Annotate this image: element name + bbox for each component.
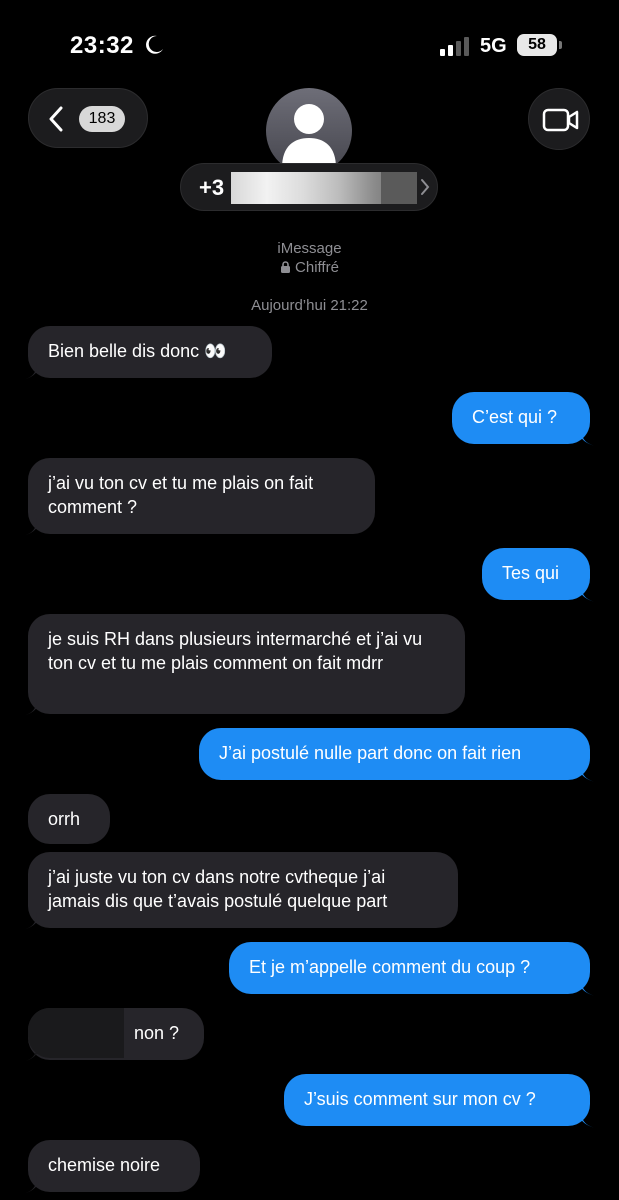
message-bubble-received[interactable]: je suis RH dans plusieurs intermarché et…	[22, 614, 465, 716]
contact-name-pill[interactable]: +3	[180, 163, 438, 211]
message-text: je suis RH dans plusieurs intermarché et…	[48, 629, 423, 673]
message-text: j’ai vu ton cv et tu me plais on fait co…	[48, 473, 314, 517]
encryption-label: Chiffré	[0, 259, 619, 276]
facetime-video-button[interactable]	[528, 88, 590, 150]
message-bubble-received[interactable]: chemise noire	[22, 1140, 200, 1194]
bubble-tail	[22, 698, 40, 716]
battery-level: 58	[528, 36, 546, 53]
contact-phone-prefix: +3	[199, 175, 225, 200]
message-text: J’suis comment sur mon cv ?	[304, 1089, 536, 1109]
bubble-tail	[22, 362, 40, 380]
person-icon	[282, 104, 336, 168]
chevron-left-icon	[49, 106, 63, 132]
message-text: non ?	[134, 1023, 180, 1043]
message-text: Bien belle dis donc 👀	[48, 341, 227, 361]
contact-avatar[interactable]	[266, 88, 352, 174]
message-bubble-sent[interactable]: C’est qui ?	[452, 392, 596, 446]
service-label: iMessage	[277, 240, 342, 257]
back-button[interactable]: 183	[28, 88, 148, 148]
signal-icon	[440, 37, 469, 56]
message-bubble-received[interactable]: j’ai juste vu ton cv dans notre cvtheque…	[22, 852, 458, 930]
moon-icon	[146, 35, 163, 54]
bubble-tail	[22, 1044, 40, 1062]
message-bubble-sent[interactable]: Tes qui	[482, 548, 596, 602]
network-type: 5G	[480, 35, 507, 57]
bubble-tail	[578, 1110, 596, 1128]
bubble-tail	[22, 912, 40, 930]
message-bubble-sent[interactable]: J’ai postulé nulle part donc on fait rie…	[199, 728, 596, 782]
bubble-tail	[578, 764, 596, 782]
bubble-tail	[578, 584, 596, 602]
redacted-phone-number-end	[381, 172, 417, 204]
bubble-tail	[22, 1176, 40, 1194]
message-text: C’est qui ?	[472, 407, 558, 427]
message-text: j’ai juste vu ton cv dans notre cvtheque…	[48, 867, 388, 911]
message-text: Tes qui	[502, 563, 560, 583]
encryption-text: Chiffré	[295, 259, 339, 276]
bubble-tail	[22, 518, 40, 536]
chevron-right-icon	[421, 179, 430, 195]
status-bar: 23:32 5G 58	[0, 0, 619, 90]
redacted-text	[28, 1008, 124, 1058]
message-text: orrh	[48, 809, 81, 829]
message-bubble-received[interactable]: j’ai vu ton cv et tu me plais on fait co…	[22, 458, 375, 536]
message-bubble-received[interactable]: non ?	[22, 1008, 204, 1062]
message-bubble-received[interactable]: orrh	[28, 794, 110, 844]
bubble-tail	[578, 978, 596, 996]
battery-icon: 58	[517, 34, 563, 56]
conversation-timestamp: Aujourd’hui 21:22	[251, 297, 368, 314]
message-text: Et je m’appelle comment du coup ?	[249, 957, 531, 977]
message-text: chemise noire	[48, 1155, 161, 1175]
video-camera-icon	[542, 108, 579, 132]
status-time: 23:32	[70, 32, 134, 59]
message-bubble-sent[interactable]: J’suis comment sur mon cv ?	[284, 1074, 596, 1128]
message-bubble-sent[interactable]: Et je m’appelle comment du coup ?	[229, 942, 596, 996]
lock-icon	[281, 261, 291, 273]
message-text: J’ai postulé nulle part donc on fait rie…	[219, 743, 522, 763]
bubble-tail	[578, 428, 596, 446]
unread-count-badge: 183	[79, 106, 125, 132]
message-bubble-received[interactable]: Bien belle dis donc 👀	[22, 326, 272, 380]
